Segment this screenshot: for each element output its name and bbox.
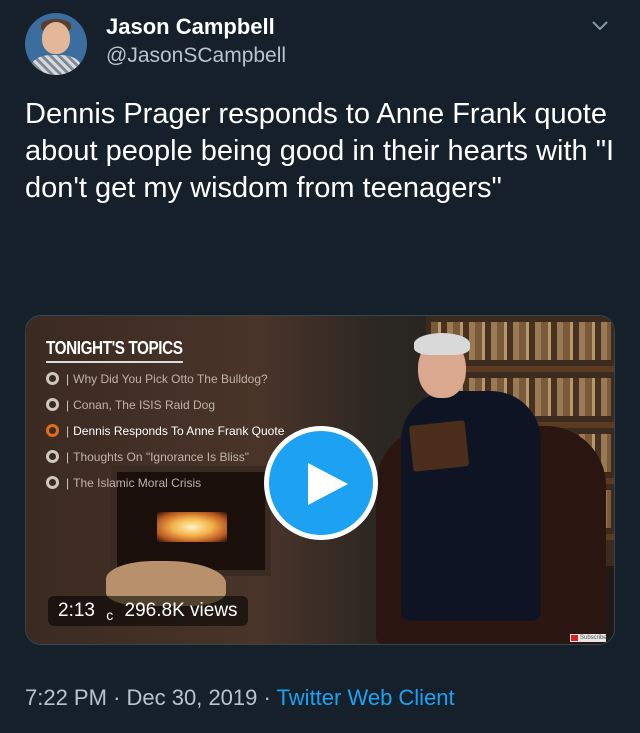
play-icon: [308, 463, 348, 505]
tweet-card: Jason Campbell @JasonSCampbell Dennis Pr…: [0, 0, 640, 733]
subscribe-badge: Subscribe: [570, 634, 607, 642]
avatar[interactable]: [25, 13, 87, 75]
video-stats: 2:13 c 296.8K views: [48, 596, 248, 626]
chevron-down-icon[interactable]: [590, 16, 610, 36]
tweet-meta: 7:22 PM · Dec 30, 2019 · Twitter Web Cli…: [25, 685, 455, 711]
topics-title: TONIGHT'S TOPICS: [46, 338, 183, 363]
tweet-text: Dennis Prager responds to Anne Frank quo…: [25, 98, 615, 204]
play-button[interactable]: [264, 426, 378, 540]
tweet-time[interactable]: 7:22 PM: [25, 685, 107, 710]
topics-panel: TONIGHT'S TOPICS | Why Did You Pick Otto …: [46, 338, 284, 493]
tablet: [408, 420, 470, 472]
video-views: 296.8K views: [124, 600, 238, 621]
tweet-client-link[interactable]: Twitter Web Client: [277, 685, 455, 710]
video-player[interactable]: TONIGHT'S TOPICS | Why Did You Pick Otto …: [25, 315, 615, 645]
video-duration: 2:13: [58, 600, 95, 621]
avatar-face: [42, 22, 70, 54]
topic-ring-icon: [46, 424, 59, 437]
topic-ring-icon: [46, 398, 59, 411]
fire: [157, 512, 227, 542]
meta-dot: ·: [263, 685, 271, 710]
topic-item: | Thoughts On "Ignorance Is Bliss": [46, 447, 284, 467]
topic-label: Why Did You Pick Otto The Bulldog?: [73, 372, 268, 386]
tweet-date[interactable]: Dec 30, 2019: [127, 685, 258, 710]
topic-label: Thoughts On "Ignorance Is Bliss": [73, 450, 250, 464]
topic-label: Dennis Responds To Anne Frank Quote: [73, 424, 285, 438]
avatar-shirt: [31, 55, 81, 75]
presenter-hair: [414, 333, 470, 355]
topic-item-active: | Dennis Responds To Anne Frank Quote: [46, 421, 284, 441]
meta-dot: ·: [113, 685, 121, 710]
topic-ring-icon: [46, 476, 59, 489]
stats-separator: c: [106, 607, 114, 623]
topic-item: | The Islamic Moral Crisis: [46, 473, 284, 493]
topic-ring-icon: [46, 372, 59, 385]
topic-ring-icon: [46, 450, 59, 463]
topic-item: | Why Did You Pick Otto The Bulldog?: [46, 369, 284, 389]
topic-label: Conan, The ISIS Raid Dog: [73, 398, 215, 412]
author-name[interactable]: Jason Campbell: [106, 14, 275, 40]
topic-item: | Conan, The ISIS Raid Dog: [46, 395, 284, 415]
topic-label: The Islamic Moral Crisis: [73, 476, 202, 490]
author-handle[interactable]: @JasonSCampbell: [106, 44, 286, 68]
